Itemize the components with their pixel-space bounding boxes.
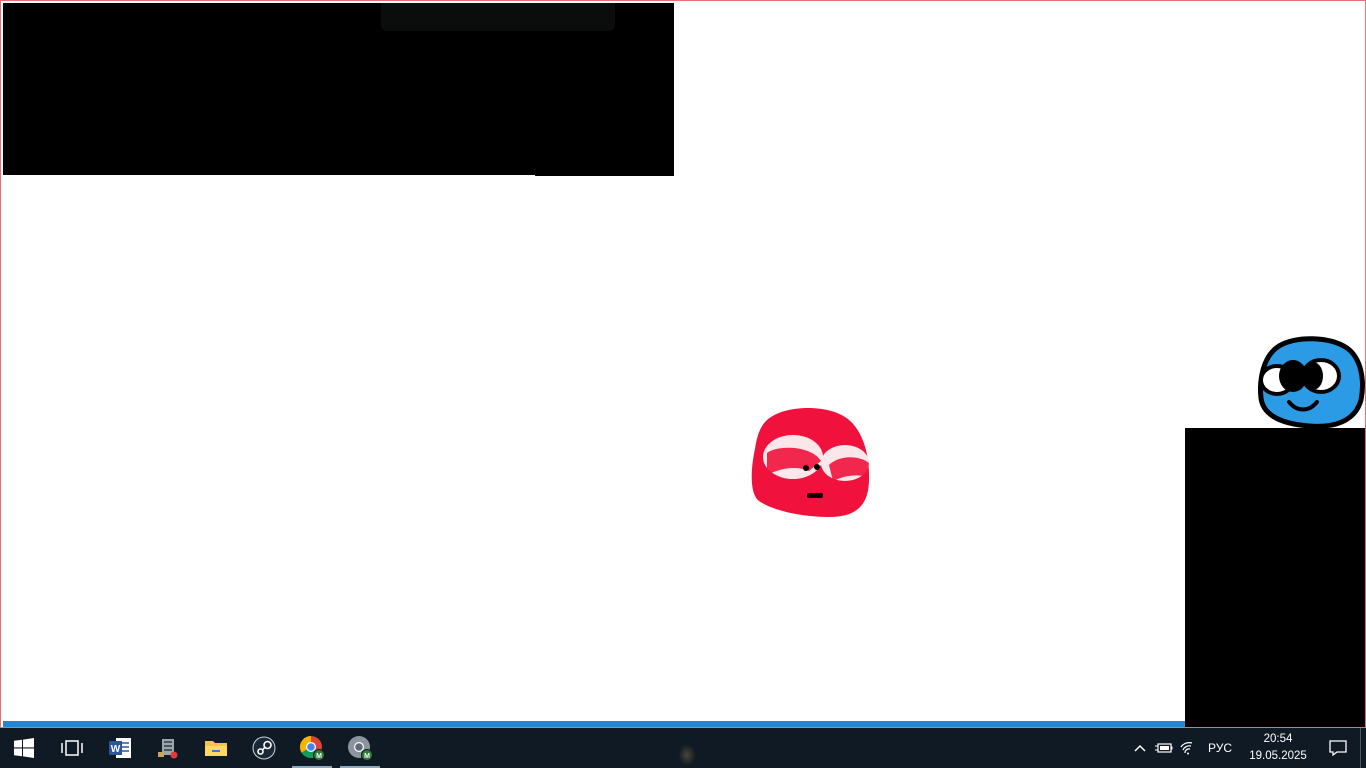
notification-icon — [1329, 740, 1347, 756]
system-tray: РУС 20:54 19.05.2025 — [1128, 728, 1366, 768]
wifi-icon — [1180, 742, 1193, 755]
chrome-alt-icon: M — [348, 736, 373, 761]
action-center-button[interactable] — [1316, 728, 1360, 768]
input-language-indicator[interactable]: РУС — [1200, 741, 1240, 755]
installer-icon — [158, 739, 178, 759]
taskbar-chrome[interactable]: M — [288, 728, 336, 768]
taskbar-installer[interactable] — [144, 728, 192, 768]
ground-line — [3, 721, 1185, 727]
taskbar-file-explorer[interactable] — [192, 728, 240, 768]
battery-button[interactable] — [1152, 728, 1176, 768]
show-desktop-button[interactable] — [1360, 728, 1366, 768]
blue-blob-character — [1258, 336, 1365, 429]
task-view-button[interactable] — [48, 728, 96, 768]
windows-logo-icon — [14, 738, 34, 758]
chevron-up-icon — [1134, 744, 1146, 752]
word-icon: W — [109, 738, 131, 758]
svg-text:M: M — [364, 753, 370, 760]
clock-time: 20:54 — [1263, 733, 1293, 745]
taskbar-preview-blur — [678, 744, 696, 766]
start-button[interactable] — [0, 728, 48, 768]
task-view-icon — [61, 740, 83, 756]
chrome-icon: M — [300, 736, 325, 761]
battery-charging-icon — [1154, 743, 1173, 753]
network-button[interactable] — [1176, 728, 1200, 768]
folder-icon — [205, 741, 227, 756]
taskbar-chrome-alt[interactable]: M — [336, 728, 384, 768]
red-blob-character — [751, 408, 870, 517]
taskbar-word[interactable]: W — [96, 728, 144, 768]
svg-text:M: M — [316, 753, 322, 760]
steam-icon — [252, 736, 276, 760]
black-block-right-platform — [1185, 428, 1365, 727]
black-block-top-shade — [381, 3, 615, 31]
game-window[interactable] — [0, 0, 1366, 728]
clock-date: 19.05.2025 — [1249, 750, 1307, 762]
show-hidden-icons-button[interactable] — [1128, 728, 1152, 768]
svg-text:W: W — [111, 744, 121, 755]
taskbar-steam[interactable] — [240, 728, 288, 768]
clock[interactable]: 20:54 19.05.2025 — [1240, 731, 1316, 765]
